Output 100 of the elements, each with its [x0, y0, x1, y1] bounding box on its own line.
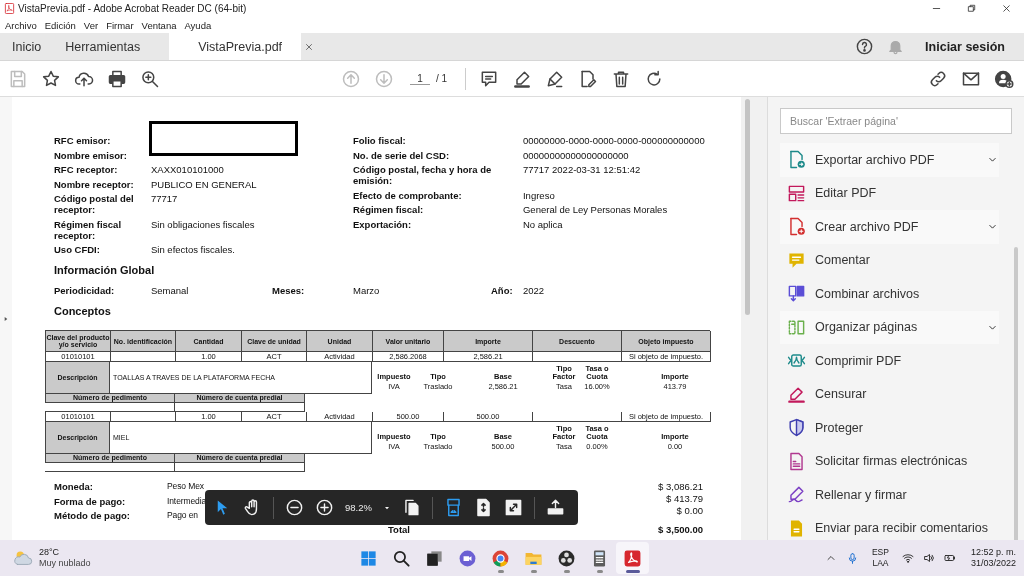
tool-item[interactable]: Censurar [780, 377, 999, 411]
tool-item[interactable]: Editar PDF [780, 176, 999, 210]
clock-time[interactable]: 12:52 p. m. [970, 547, 1016, 558]
combine-files-icon [787, 284, 806, 304]
sign-in-link[interactable]: Iniciar sesión [925, 39, 1005, 54]
tool-item[interactable]: Comprimir PDF [780, 344, 999, 378]
tab[interactable]: Inicio [0, 33, 54, 60]
close-tab-icon[interactable] [304, 41, 315, 52]
field-label: Nombre receptor: [54, 178, 135, 190]
field-value: 00000000000000000000 [523, 149, 630, 161]
menu-item[interactable]: Archivo [5, 19, 37, 31]
battery-icon[interactable] [943, 552, 956, 564]
scrollbar-thumb[interactable] [1014, 247, 1018, 540]
tool-item[interactable]: Exportar archivo PDF [780, 143, 999, 177]
volume-icon[interactable] [922, 552, 935, 564]
field-label: Régimen fiscal receptor: [54, 218, 123, 241]
field-label: Nombre emisor: [54, 149, 128, 161]
section-heading: Información Global [54, 264, 156, 277]
search-field[interactable]: Buscar 'Extraer página' [780, 108, 1012, 134]
field-value: General de Ley Personas Morales [523, 204, 669, 215]
full-screen-icon[interactable] [503, 498, 523, 517]
help-icon[interactable] [855, 37, 875, 56]
tool-item[interactable]: Proteger [780, 411, 999, 445]
field-value: Semanal [151, 285, 190, 296]
comment-icon [787, 250, 806, 270]
share-icon[interactable] [545, 498, 565, 517]
menu-item[interactable]: Ver [83, 19, 99, 31]
add-user-icon[interactable] [994, 68, 1014, 89]
shield-icon [787, 418, 806, 438]
window-title: VistaPrevia.pdf - Adobe Acrobat Reader DC (64-bit) [18, 3, 247, 14]
total-amount: $ 3,500.00 [658, 524, 703, 536]
field-label: Exportación: [353, 218, 413, 230]
star-icon[interactable] [41, 68, 61, 89]
total-amount: $ 413.79 [666, 493, 703, 505]
field-value: 77717 2022-03-31 12:51:42 [523, 164, 642, 177]
wifi-icon[interactable] [901, 552, 914, 564]
field-label: No. de serie del CSD: [353, 149, 451, 161]
close-icon[interactable] [1001, 3, 1012, 14]
field-label: Método de pago: [54, 510, 131, 521]
weather-text: Muy nublado [39, 558, 91, 569]
field-label: Uso CFDI: [54, 244, 101, 255]
zoom-icon[interactable] [140, 68, 160, 89]
tab[interactable]: Herramientas [53, 33, 153, 60]
language-code[interactable]: ESP [871, 547, 889, 558]
page-count: / 1 [436, 73, 448, 84]
browser-icon [491, 548, 510, 568]
section-heading: Conceptos [54, 305, 112, 318]
tool-item[interactable]: Solicitar firmas electrónicas [780, 444, 999, 478]
page-number-field[interactable]: 1 [410, 72, 430, 85]
search-icon [392, 548, 411, 568]
tool-item[interactable]: Rellenar y firmar [780, 478, 999, 512]
field-label: Código postal, fecha y hora de emisión: [353, 164, 493, 186]
tool-item[interactable]: Organizar páginas [780, 310, 999, 344]
field-label: Efecto de comprobante: [353, 189, 463, 201]
create-pdf-icon [787, 217, 806, 237]
field-label: Moneda: [54, 481, 95, 492]
link-icon[interactable] [928, 68, 948, 89]
task-view-icon [425, 548, 444, 568]
restore-icon[interactable] [966, 3, 977, 14]
keyboard-layout[interactable]: LAA [872, 558, 889, 569]
organize-pages-icon [787, 317, 806, 337]
field-value: Marzo [353, 285, 381, 296]
field-label: Código postal del receptor: [54, 193, 135, 215]
field-label: Meses: [272, 285, 306, 296]
field-value: Ingreso [523, 189, 556, 201]
field-value: Peso Mex [167, 481, 205, 492]
zoom-out-icon[interactable] [285, 498, 304, 517]
field-label: Periodicidad: [54, 285, 116, 296]
edit-document-icon[interactable] [578, 68, 599, 89]
temperature: 28°C [39, 547, 61, 558]
field-value: 2022 [523, 285, 546, 296]
tool-item[interactable]: Crear archivo PDF [780, 210, 999, 244]
menu-item[interactable]: Ventana [141, 19, 177, 31]
tool-item[interactable]: Comentar [780, 243, 999, 277]
zoom-level[interactable]: 98.2% [345, 502, 372, 513]
app-logo-icon [4, 3, 15, 14]
field-value: XAXX010101000 [151, 164, 225, 175]
field-value: No aplica [523, 218, 564, 230]
tool-item[interactable]: Combinar archivos [780, 277, 999, 311]
tool-item[interactable]: Enviar para recibir comentarios [780, 511, 999, 540]
menu-item[interactable]: Edición [44, 19, 76, 31]
total-amount: $ 3,086.21 [658, 481, 703, 493]
zoom-in-icon[interactable] [315, 498, 334, 517]
taskbar-app[interactable] [616, 542, 649, 574]
field-value: Pago en [167, 510, 199, 521]
menu-item[interactable]: Ayuda [184, 19, 212, 31]
field-label: Forma de pago: [54, 495, 127, 507]
fill-sign-icon [787, 485, 806, 505]
export-pdf-icon [787, 150, 806, 170]
field-label: RFC emisor: [54, 135, 112, 146]
clock-date[interactable]: 31/03/2022 [970, 558, 1016, 569]
field-value: 00000000-0000-0000-0000-000000000000 [523, 135, 706, 146]
field-value: Intermedia [167, 495, 208, 507]
scrollbar-thumb[interactable] [745, 99, 751, 315]
field-value: 77717 [151, 193, 179, 206]
field-value: Sin obligaciones fiscales [151, 218, 256, 232]
print-icon[interactable] [107, 68, 127, 89]
field-label: Folio fiscal: [353, 135, 407, 146]
menu-item[interactable]: Firmar [106, 19, 134, 31]
total-label: Total [387, 524, 410, 536]
